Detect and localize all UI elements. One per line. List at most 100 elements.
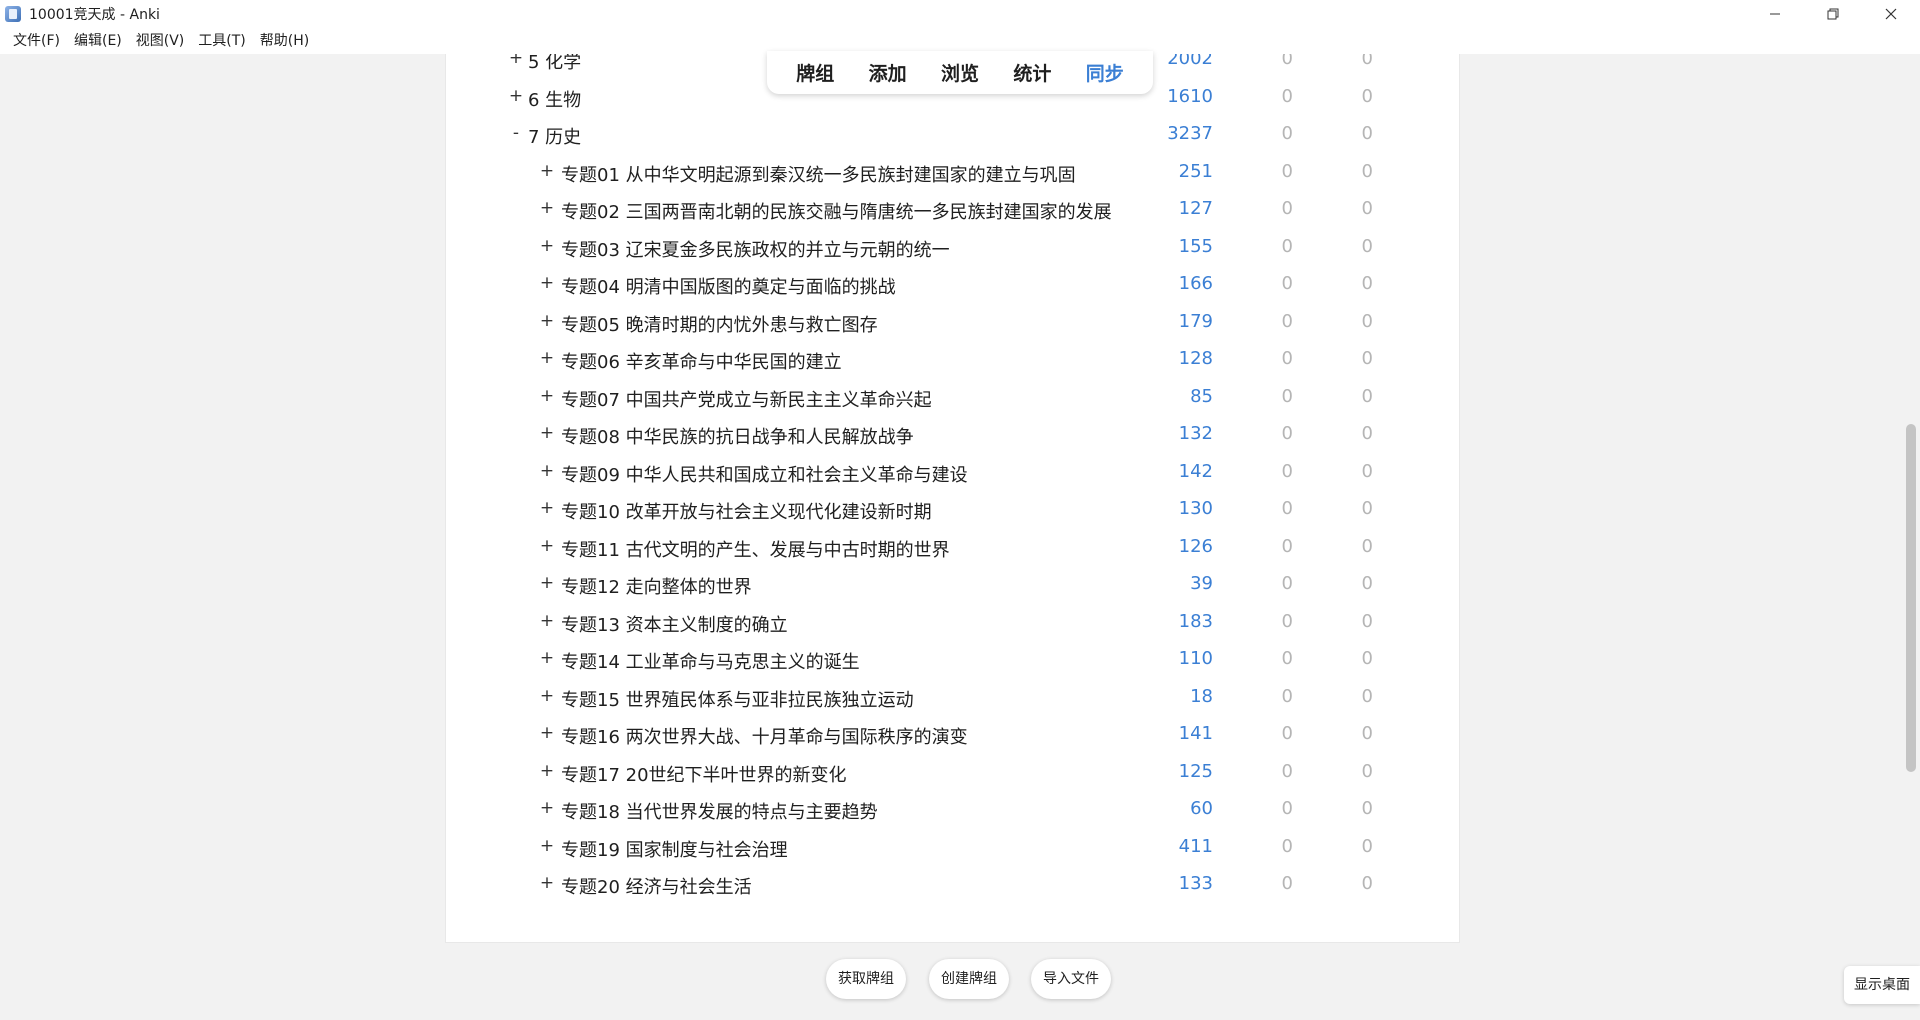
deck-row[interactable]: + 专题03 辽宋夏金多民族政权的并立与元朝的统一 155 0 0 xyxy=(446,232,1459,262)
deck-name[interactable]: 5 化学 xyxy=(528,54,581,74)
expand-toggle[interactable]: + xyxy=(539,461,555,481)
deck-name[interactable]: 专题01 从中华文明起源到秦汉统一多民族封建国家的建立与巩固 xyxy=(561,161,1076,187)
deck-name[interactable]: 7 历史 xyxy=(528,123,581,149)
expand-toggle[interactable]: + xyxy=(508,54,524,68)
close-button[interactable] xyxy=(1862,0,1920,28)
due-count: 0 xyxy=(1361,123,1373,144)
expand-toggle[interactable]: + xyxy=(539,311,555,331)
new-count: 133 xyxy=(1178,873,1213,894)
deck-row[interactable]: + 专题20 经济与社会生活 133 0 0 xyxy=(446,869,1459,899)
expand-toggle[interactable]: + xyxy=(539,723,555,743)
deck-name[interactable]: 专题16 两次世界大战、十月革命与国际秩序的演变 xyxy=(561,723,968,749)
minimize-button[interactable] xyxy=(1746,0,1804,28)
expand-toggle[interactable]: + xyxy=(539,161,555,181)
tab-sync[interactable]: 同步 xyxy=(1080,59,1130,86)
new-count: 166 xyxy=(1178,273,1213,294)
expand-toggle[interactable]: + xyxy=(539,836,555,856)
deck-name[interactable]: 专题02 三国两晋南北朝的民族交融与隋唐统一多民族封建国家的发展 xyxy=(561,198,1112,224)
deck-name[interactable]: 专题10 改革开放与社会主义现代化建设新时期 xyxy=(561,498,932,524)
due-count: 0 xyxy=(1361,385,1373,407)
expand-toggle[interactable]: + xyxy=(539,498,555,518)
window-title: 10001竞天成 - Anki xyxy=(29,7,160,23)
new-count: 251 xyxy=(1178,160,1213,182)
expand-toggle[interactable]: + xyxy=(539,648,555,668)
deck-name[interactable]: 专题14 工业革命与马克思主义的诞生 xyxy=(561,648,860,674)
menu-help[interactable]: 帮助(H) xyxy=(253,28,316,54)
deck-name[interactable]: 专题06 辛亥革命与中华民国的建立 xyxy=(561,348,842,374)
expand-toggle[interactable]: + xyxy=(539,273,555,293)
expand-toggle[interactable]: + xyxy=(539,423,555,443)
deck-row[interactable]: + 专题18 当代世界发展的特点与主要趋势 60 0 0 xyxy=(446,794,1459,824)
deck-name[interactable]: 专题11 古代文明的产生、发展与中古时期的世界 xyxy=(561,536,950,562)
get-shared-button[interactable]: 获取牌组 xyxy=(826,959,906,999)
deck-row[interactable]: + 专题06 辛亥革命与中华民国的建立 128 0 0 xyxy=(446,344,1459,374)
expand-toggle[interactable]: + xyxy=(539,611,555,631)
deck-name[interactable]: 专题07 中国共产党成立与新民主主义革命兴起 xyxy=(561,386,932,412)
deck-row[interactable]: + 专题13 资本主义制度的确立 183 0 0 xyxy=(446,607,1459,637)
menu-file[interactable]: 文件(F) xyxy=(6,28,67,54)
deck-name[interactable]: 专题20 经济与社会生活 xyxy=(561,873,752,899)
deck-name[interactable]: 专题08 中华民族的抗日战争和人民解放战争 xyxy=(561,423,914,449)
menu-tools[interactable]: 工具(T) xyxy=(191,28,252,54)
deck-row[interactable]: + 专题07 中国共产党成立与新民主主义革命兴起 85 0 0 xyxy=(446,382,1459,412)
tab-decks[interactable]: 牌组 xyxy=(790,59,840,86)
expand-toggle[interactable]: + xyxy=(539,573,555,593)
expand-toggle[interactable]: + xyxy=(539,198,555,218)
new-count: 125 xyxy=(1178,760,1213,782)
expand-toggle[interactable]: + xyxy=(508,86,524,106)
deck-name[interactable]: 专题04 明清中国版图的奠定与面临的挑战 xyxy=(561,273,896,299)
deck-name[interactable]: 专题13 资本主义制度的确立 xyxy=(561,611,788,637)
deck-name[interactable]: 专题09 中华人民共和国成立和社会主义革命与建设 xyxy=(561,461,968,487)
menu-edit[interactable]: 编辑(E) xyxy=(67,28,129,54)
deck-name[interactable]: 专题03 辽宋夏金多民族政权的并立与元朝的统一 xyxy=(561,236,950,262)
expand-toggle[interactable]: + xyxy=(539,348,555,368)
deck-row[interactable]: + 专题15 世界殖民体系与亚非拉民族独立运动 18 0 0 xyxy=(446,682,1459,712)
deck-row[interactable]: + 专题08 中华民族的抗日战争和人民解放战争 132 0 0 xyxy=(446,419,1459,449)
restore-button[interactable] xyxy=(1804,0,1862,28)
new-count: 183 xyxy=(1178,610,1213,632)
tab-add[interactable]: 添加 xyxy=(863,59,913,86)
scrollbar-thumb[interactable] xyxy=(1906,424,1916,772)
deck-name[interactable]: 专题15 世界殖民体系与亚非拉民族独立运动 xyxy=(561,686,914,712)
expand-toggle[interactable]: + xyxy=(539,386,555,406)
tab-browse[interactable]: 浏览 xyxy=(935,59,985,86)
deck-row[interactable]: + 专题12 走向整体的世界 39 0 0 xyxy=(446,569,1459,599)
expand-toggle[interactable]: + xyxy=(539,536,555,556)
expand-toggle[interactable]: + xyxy=(539,798,555,818)
deck-row[interactable]: + 专题05 晚清时期的内忧外患与救亡图存 179 0 0 xyxy=(446,307,1459,337)
deck-row[interactable]: -7 历史 3237 0 0 xyxy=(446,119,1459,149)
deck-name[interactable]: 专题12 走向整体的世界 xyxy=(561,573,752,599)
deck-row[interactable]: + 专题01 从中华文明起源到秦汉统一多民族封建国家的建立与巩固 251 0 0 xyxy=(446,157,1459,187)
expand-toggle[interactable]: + xyxy=(539,236,555,256)
expand-toggle[interactable]: + xyxy=(539,761,555,781)
learn-count: 0 xyxy=(1281,85,1293,107)
deck-row[interactable]: + 专题11 古代文明的产生、发展与中古时期的世界 126 0 0 xyxy=(446,532,1459,562)
menu-view[interactable]: 视图(V) xyxy=(129,28,192,54)
deck-row[interactable]: + 专题09 中华人民共和国成立和社会主义革命与建设 142 0 0 xyxy=(446,457,1459,487)
deck-row[interactable]: + 专题10 改革开放与社会主义现代化建设新时期 130 0 0 xyxy=(446,494,1459,524)
deck-row[interactable]: + 专题14 工业革命与马克思主义的诞生 110 0 0 xyxy=(446,644,1459,674)
deck-name[interactable]: 6 生物 xyxy=(528,86,581,112)
tab-stats[interactable]: 统计 xyxy=(1007,59,1057,86)
deck-row[interactable]: + 专题16 两次世界大战、十月革命与国际秩序的演变 141 0 0 xyxy=(446,719,1459,749)
deck-row[interactable]: + 专题17 20世纪下半叶世界的新变化 125 0 0 xyxy=(446,757,1459,787)
deck-name[interactable]: 专题05 晚清时期的内忧外患与救亡图存 xyxy=(561,311,878,337)
deck-name[interactable]: 专题18 当代世界发展的特点与主要趋势 xyxy=(561,798,878,824)
deck-row[interactable]: + 专题04 明清中国版图的奠定与面临的挑战 166 0 0 xyxy=(446,269,1459,299)
learn-count: 0 xyxy=(1281,873,1293,894)
deck-name[interactable]: 专题19 国家制度与社会治理 xyxy=(561,836,788,862)
due-count: 0 xyxy=(1361,610,1373,632)
create-deck-button[interactable]: 创建牌组 xyxy=(929,959,1009,999)
due-count: 0 xyxy=(1361,685,1373,707)
collapse-toggle[interactable]: - xyxy=(508,123,524,143)
expand-toggle[interactable]: + xyxy=(539,873,555,893)
due-count: 0 xyxy=(1361,85,1373,107)
deck-row[interactable]: + 专题19 国家制度与社会治理 411 0 0 xyxy=(446,832,1459,862)
import-file-button[interactable]: 导入文件 xyxy=(1031,959,1111,999)
learn-count: 0 xyxy=(1281,685,1293,707)
expand-toggle[interactable]: + xyxy=(539,686,555,706)
deck-row[interactable]: + 专题02 三国两晋南北朝的民族交融与隋唐统一多民族封建国家的发展 127 0 0 xyxy=(446,194,1459,224)
due-count: 0 xyxy=(1361,198,1373,219)
due-count: 0 xyxy=(1361,648,1373,669)
deck-name[interactable]: 专题17 20世纪下半叶世界的新变化 xyxy=(561,761,847,787)
